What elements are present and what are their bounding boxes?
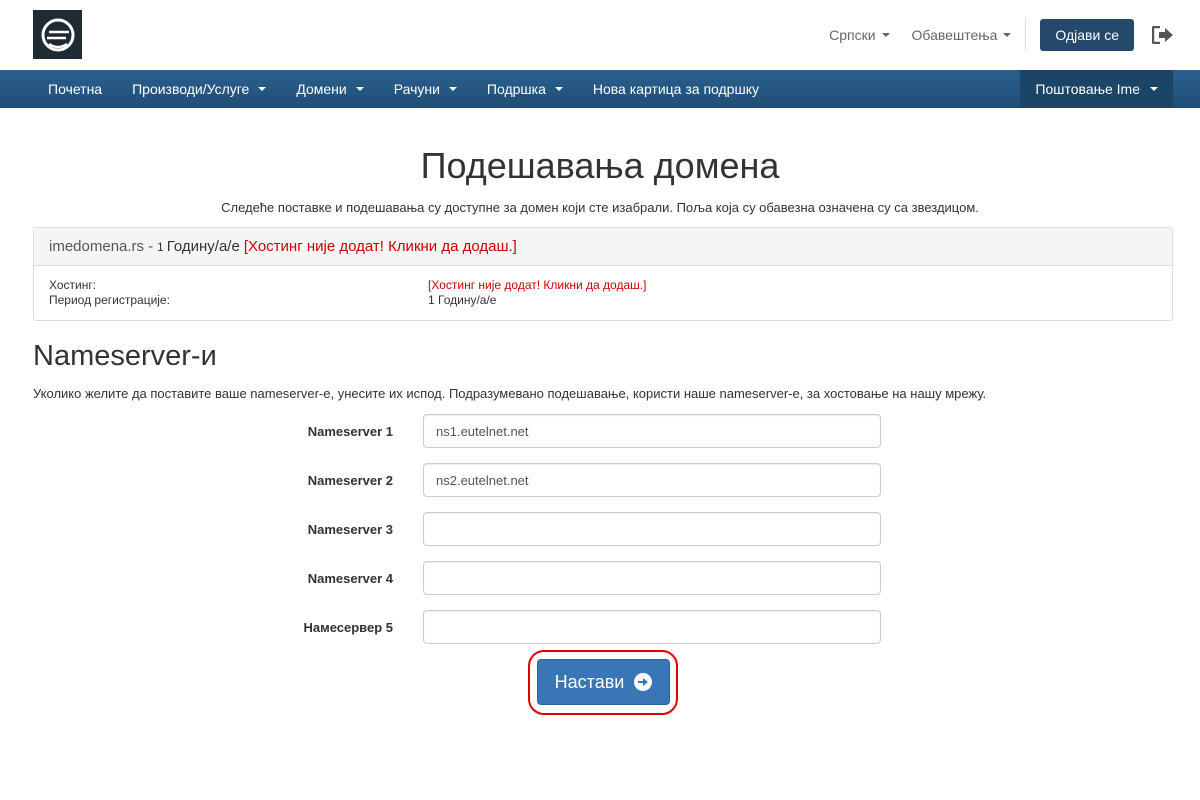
nav-item-label: Производи/Услуге — [132, 81, 250, 97]
caret-down-icon — [554, 87, 563, 91]
hosting-label: Хостинг: — [49, 278, 97, 292]
user-greeting: Поштовање Ime — [1035, 81, 1140, 97]
nav-item-home[interactable]: Почетна — [33, 70, 117, 108]
sign-out-icon[interactable] — [1152, 26, 1174, 44]
nav-item-support[interactable]: Подршка — [472, 70, 578, 108]
add-hosting-link[interactable]: [Хостинг није додат! Кликни да додаш.] — [244, 238, 517, 255]
caret-down-icon — [1003, 33, 1012, 37]
caret-down-icon — [448, 87, 457, 91]
logout-button[interactable]: Одјави се — [1040, 19, 1134, 51]
nav-item-billing[interactable]: Рачуни — [379, 70, 472, 108]
domain-period: Годину/а/е — [166, 238, 240, 255]
nameserver-2-input[interactable] — [423, 463, 881, 497]
top-links: Српски Обавештења Одјави се — [829, 0, 1200, 70]
nameserver-row: Nameserver 2 — [0, 463, 1200, 497]
page-title: Подешавања домена — [420, 145, 780, 186]
nav-item-label: Рачуни — [393, 81, 440, 97]
nameserver-row: Nameserver 4 — [0, 561, 1200, 595]
nav-item-label: Домени — [296, 81, 347, 97]
nav-item-products-services[interactable]: Производи/Услуге — [117, 70, 281, 108]
nameserver-3-input[interactable] — [423, 512, 881, 546]
top-header: Српски Обавештења Одјави се — [0, 0, 1200, 70]
caret-down-icon — [1150, 87, 1158, 91]
nav-item-label: Нова картица за подршку — [592, 81, 759, 97]
add-hosting-link[interactable]: [Хостинг није додат! Кликни да додаш.] — [428, 278, 646, 293]
caret-down-icon — [881, 33, 890, 37]
language-dropdown[interactable]: Српски — [829, 27, 890, 43]
language-label: Српски — [829, 27, 876, 43]
nameserver-2-label: Nameserver 2 — [307, 472, 393, 488]
domain-detail-row: Хостинг: [Хостинг није додат! Кликни да … — [49, 278, 1157, 293]
nameserver-row: Намесервер 5 — [0, 610, 1200, 644]
registration-period-value: 1 Годину/а/е — [428, 293, 497, 307]
caret-down-icon — [355, 87, 364, 91]
nav-item-domains[interactable]: Домени — [281, 70, 378, 108]
domain-years: 1 — [157, 239, 164, 254]
nameservers-description: Уколико желите да поставите ваше nameser… — [33, 386, 987, 401]
domain-detail-row: Период регистрације: 1 Годину/а/е — [49, 293, 1157, 308]
nav-item-label: Подршка — [486, 81, 546, 97]
nameservers-heading: Nameserver-и — [33, 340, 217, 372]
nameserver-1-input[interactable] — [423, 414, 881, 448]
user-menu-dropdown[interactable]: Поштовање Ime — [1020, 70, 1173, 108]
nameserver-3-label: Nameserver 3 — [307, 521, 393, 537]
notifications-label: Обавештења — [911, 27, 998, 43]
caret-down-icon — [258, 87, 267, 91]
registration-period-label: Период регистрације: — [49, 293, 170, 307]
domain-separator: - — [148, 238, 154, 255]
nameserver-5-label: Намесервер 5 — [303, 619, 393, 635]
nameserver-row: Nameserver 3 — [0, 512, 1200, 546]
nameserver-1-label: Nameserver 1 — [307, 423, 393, 439]
nav-item-open-ticket[interactable]: Нова картица за подршку — [578, 70, 774, 108]
nameserver-row: Nameserver 1 — [0, 414, 1200, 448]
nameserver-4-label: Nameserver 4 — [307, 570, 393, 586]
domain-summary-panel: imedomena.rs - 1 Годину/а/е [Хостинг ниј… — [33, 227, 1173, 321]
domain-panel-body: Хостинг: [Хостинг није додат! Кликни да … — [34, 266, 1172, 308]
domain-name: imedomena.rs — [49, 238, 145, 255]
nameserver-5-input[interactable] — [423, 610, 881, 644]
arrow-circle-right-icon — [634, 673, 653, 691]
nav-items: Почетна Производи/Услуге Домени Рачуни П… — [33, 70, 774, 108]
notifications-dropdown[interactable]: Обавештења — [912, 27, 1012, 43]
page-subtitle: Следеће поставке и подешавања су доступн… — [221, 200, 979, 215]
domain-panel-header: imedomena.rs - 1 Годину/а/е [Хостинг ниј… — [34, 228, 1172, 266]
continue-button[interactable]: Настави — [537, 659, 670, 705]
company-logo-icon[interactable] — [33, 10, 82, 59]
nameserver-4-input[interactable] — [423, 561, 881, 595]
main-navbar: Почетна Производи/Услуге Домени Рачуни П… — [0, 70, 1200, 108]
nav-item-label: Почетна — [48, 81, 103, 97]
header-divider — [1025, 18, 1027, 52]
continue-label: Настави — [554, 671, 625, 692]
